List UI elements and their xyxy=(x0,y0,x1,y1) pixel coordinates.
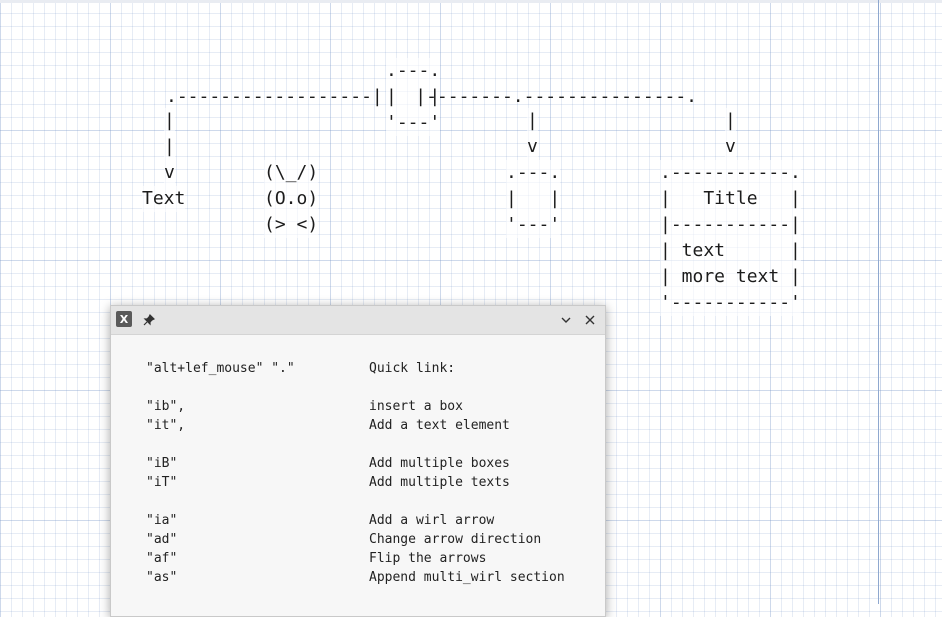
shortcut-desc: Add multiple boxes xyxy=(369,456,510,471)
middle-branch-arrow[interactable]: | v xyxy=(527,108,538,160)
close-icon[interactable] xyxy=(581,311,599,329)
shortcut-desc: Add multiple texts xyxy=(369,475,510,490)
popup-titlebar[interactable]: X xyxy=(111,306,605,335)
shortcut-key: "it", xyxy=(146,418,186,433)
shortcut-row: "as" Append multi_wirl section xyxy=(146,568,605,587)
canvas-top-edge xyxy=(0,0,942,3)
shortcut-row: "alt+lef_mouse" "." Quick link: xyxy=(146,359,605,378)
title-box[interactable]: .-----------. | Title | |-----------| | … xyxy=(660,160,801,316)
shortcut-desc: Add a text element xyxy=(369,418,510,433)
text-element[interactable]: Text xyxy=(142,186,186,212)
shortcut-spacer xyxy=(146,435,605,454)
chevron-down-icon[interactable] xyxy=(557,311,575,329)
shortcut-key: "ia" xyxy=(146,513,178,528)
right-branch-arrow[interactable]: | v xyxy=(725,108,736,160)
shortcut-row: "it", Add a text element xyxy=(146,416,605,435)
shortcut-desc: insert a box xyxy=(369,399,463,414)
shortcut-key: "iB" xyxy=(146,456,178,471)
small-box[interactable]: .---. | | '---' xyxy=(506,160,561,238)
x-app-icon: X xyxy=(116,311,132,327)
shortcut-key: "iT" xyxy=(146,475,178,490)
left-branch-arrow[interactable]: | | v xyxy=(164,108,175,186)
shortcut-row: "ad" Change arrow direction xyxy=(146,530,605,549)
shortcut-spacer xyxy=(146,492,605,511)
shortcut-desc: Change arrow direction xyxy=(369,532,542,547)
shortcut-key: "ib", xyxy=(146,399,186,414)
connector-line[interactable]: .------------------| |--------.---------… xyxy=(166,84,697,110)
shortcut-key: "ad" xyxy=(146,532,178,547)
shortcut-key: "as" xyxy=(146,570,178,585)
shortcut-desc: Append multi_wirl section xyxy=(369,570,565,585)
shortcut-key: "af" xyxy=(146,551,178,566)
shortcut-key: "alt+lef_mouse" "." xyxy=(146,361,295,376)
shortcut-row: "iT" Add multiple texts xyxy=(146,473,605,492)
shortcut-row: "ib", insert a box xyxy=(146,397,605,416)
shortcut-row: "iB" Add multiple boxes xyxy=(146,454,605,473)
shortcut-desc: Quick link: xyxy=(369,361,456,376)
shortcuts-list: "alt+lef_mouse" "." Quick link: "ib", inse… xyxy=(111,335,605,587)
shortcut-row: "ia" Add a wirl arrow xyxy=(146,511,605,530)
shortcuts-popup[interactable]: X "alt+lef_mouse" "." Quick link: "ib", in… xyxy=(110,305,606,617)
ascii-kitty[interactable]: (\_/) (O.o) (> <) xyxy=(264,160,319,238)
pin-icon[interactable] xyxy=(140,311,158,329)
shortcut-desc: Add a wirl arrow xyxy=(369,513,495,528)
shortcut-row: "af" Flip the arrows xyxy=(146,549,605,568)
shortcut-spacer xyxy=(146,378,605,397)
cursor-column-guide xyxy=(878,0,879,604)
shortcut-desc: Flip the arrows xyxy=(369,551,487,566)
